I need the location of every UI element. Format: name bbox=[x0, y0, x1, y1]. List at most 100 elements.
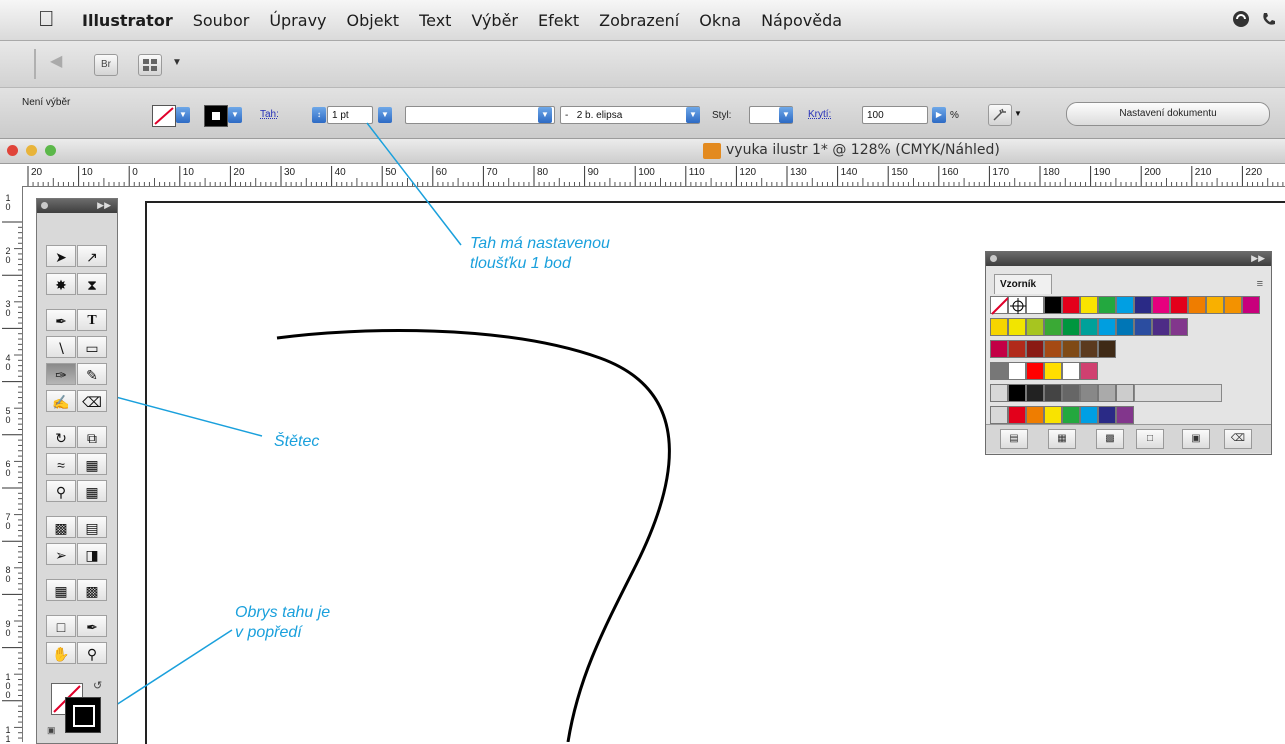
selection-tool-icon[interactable]: ➤ bbox=[46, 245, 76, 267]
type-tool-icon[interactable]: T bbox=[77, 309, 107, 331]
swatch[interactable] bbox=[990, 318, 1008, 336]
shape-builder-tool-icon[interactable]: ⚲ bbox=[46, 480, 76, 502]
swatch[interactable] bbox=[1242, 296, 1260, 314]
swatch[interactable] bbox=[1062, 318, 1080, 336]
swatch[interactable] bbox=[1098, 384, 1116, 402]
delete-swatch-icon[interactable]: ⌫ bbox=[1224, 429, 1252, 449]
tools-close-icon[interactable] bbox=[41, 202, 48, 209]
swatch[interactable] bbox=[1206, 296, 1224, 314]
new-swatch-icon[interactable]: ▣ bbox=[1182, 429, 1210, 449]
swatch[interactable] bbox=[1062, 362, 1080, 380]
swatch[interactable] bbox=[1152, 318, 1170, 336]
swatch[interactable] bbox=[1188, 296, 1206, 314]
swatch[interactable] bbox=[1080, 340, 1098, 358]
hand-tool-icon[interactable]: ✋ bbox=[46, 642, 76, 664]
swatch[interactable] bbox=[1170, 318, 1188, 336]
swatch[interactable] bbox=[1062, 296, 1080, 314]
panel-menu-icon[interactable]: ≡ bbox=[1257, 278, 1263, 290]
swatch[interactable] bbox=[1080, 296, 1098, 314]
swatch[interactable] bbox=[1116, 318, 1134, 336]
swatch[interactable] bbox=[990, 340, 1008, 358]
swatch[interactable] bbox=[1098, 296, 1116, 314]
swatch-libraries-menu-icon[interactable]: ▤ bbox=[1000, 429, 1028, 449]
pen-tool-icon[interactable]: ✒ bbox=[46, 309, 76, 331]
swatch[interactable] bbox=[1098, 318, 1116, 336]
swatch[interactable] bbox=[1080, 384, 1098, 402]
swatch[interactable] bbox=[1026, 296, 1044, 314]
swatch[interactable] bbox=[1026, 340, 1044, 358]
tools-collapse-icon[interactable]: ▶▶ bbox=[97, 200, 111, 211]
swatch[interactable] bbox=[1134, 318, 1152, 336]
rectangle-tool-icon[interactable]: ▭ bbox=[77, 336, 107, 358]
mesh-tool-icon[interactable]: ▩ bbox=[46, 516, 76, 538]
color-group-folder-icon[interactable] bbox=[990, 384, 1008, 402]
new-color-group-icon[interactable]: □ bbox=[1136, 429, 1164, 449]
show-swatch-kinds-icon[interactable]: ▦ bbox=[1048, 429, 1076, 449]
swatch[interactable] bbox=[1098, 406, 1116, 424]
blob-brush-tool-icon[interactable]: ✍ bbox=[46, 390, 76, 412]
artboard-tool-icon[interactable]: □ bbox=[46, 615, 76, 637]
swatch[interactable] bbox=[1062, 406, 1080, 424]
gradient-tool-icon[interactable]: ▤ bbox=[77, 516, 107, 538]
swatch[interactable] bbox=[1224, 296, 1242, 314]
direct-selection-tool-icon[interactable]: ↗ bbox=[77, 245, 107, 267]
swatch[interactable] bbox=[1008, 384, 1026, 402]
swatch[interactable] bbox=[1044, 406, 1062, 424]
swatches-panel-titlebar[interactable]: ▶▶ bbox=[986, 252, 1271, 266]
swatch[interactable] bbox=[1062, 384, 1080, 402]
swatch[interactable] bbox=[1080, 318, 1098, 336]
swatch[interactable] bbox=[1044, 384, 1062, 402]
swatch[interactable] bbox=[1044, 362, 1062, 380]
eraser-tool-icon[interactable]: ⌫ bbox=[77, 390, 107, 412]
rotate-tool-icon[interactable]: ↻ bbox=[46, 426, 76, 448]
swatch[interactable] bbox=[1008, 340, 1026, 358]
swatch[interactable] bbox=[1116, 406, 1134, 424]
blend-tool-icon[interactable]: ◨ bbox=[77, 543, 107, 565]
swatch[interactable] bbox=[1044, 296, 1062, 314]
swatch[interactable] bbox=[1044, 318, 1062, 336]
paintbrush-tool-icon[interactable]: ✑ bbox=[46, 363, 76, 385]
lasso-tool-icon[interactable]: ⧗ bbox=[77, 273, 107, 295]
swatch[interactable] bbox=[1026, 362, 1044, 380]
swatch[interactable] bbox=[1116, 384, 1134, 402]
symbol-sprayer-tool-icon[interactable]: ▦ bbox=[46, 579, 76, 601]
swatch[interactable] bbox=[1116, 296, 1134, 314]
line-tool-icon[interactable]: ∖ bbox=[46, 336, 76, 358]
swap-fill-stroke-icon[interactable]: ↺ bbox=[93, 679, 102, 692]
swatch-options-icon[interactable]: ▩ bbox=[1096, 429, 1124, 449]
swatches-close-icon[interactable] bbox=[990, 255, 997, 262]
column-graph-tool-icon[interactable]: ▩ bbox=[77, 579, 107, 601]
default-fill-stroke-icon[interactable]: ▣ bbox=[47, 725, 56, 736]
color-group-folder-icon[interactable] bbox=[990, 406, 1008, 424]
swatch[interactable] bbox=[1008, 296, 1026, 314]
swatch[interactable] bbox=[1044, 340, 1062, 358]
free-transform-tool-icon[interactable]: ▦ bbox=[77, 453, 107, 475]
slice-tool-icon[interactable]: ✒ bbox=[77, 615, 107, 637]
zoom-tool-icon[interactable]: ⚲ bbox=[77, 642, 107, 664]
eyedropper-tool-icon[interactable]: ➢ bbox=[46, 543, 76, 565]
swatches-collapse-icon[interactable]: ▶▶ bbox=[1251, 253, 1265, 264]
width-tool-icon[interactable]: ≈ bbox=[46, 453, 76, 475]
swatch[interactable] bbox=[1134, 296, 1152, 314]
swatch[interactable] bbox=[1008, 318, 1026, 336]
swatch[interactable] bbox=[1062, 340, 1080, 358]
tools-panel-titlebar[interactable]: ▶▶ bbox=[37, 199, 117, 213]
pencil-tool-icon[interactable]: ✎ bbox=[77, 363, 107, 385]
tab-swatches[interactable]: Vzorník bbox=[994, 274, 1052, 294]
swatch[interactable] bbox=[990, 296, 1009, 315]
swatch[interactable] bbox=[1026, 384, 1044, 402]
scale-tool-icon[interactable]: ⧉ bbox=[77, 426, 107, 448]
swatch[interactable] bbox=[1026, 318, 1044, 336]
swatch[interactable] bbox=[990, 362, 1008, 380]
swatch[interactable] bbox=[1080, 362, 1098, 380]
swatch[interactable] bbox=[1026, 406, 1044, 424]
stroke-indicator[interactable] bbox=[65, 697, 101, 733]
swatch[interactable] bbox=[1152, 296, 1170, 314]
swatch[interactable] bbox=[1080, 406, 1098, 424]
swatch[interactable] bbox=[1170, 296, 1188, 314]
perspective-grid-tool-icon[interactable]: ▦ bbox=[77, 480, 107, 502]
magic-wand-tool-icon[interactable]: ✸ bbox=[46, 273, 76, 295]
swatch[interactable] bbox=[1098, 340, 1116, 358]
swatch[interactable] bbox=[1008, 406, 1026, 424]
swatch[interactable] bbox=[1008, 362, 1026, 380]
